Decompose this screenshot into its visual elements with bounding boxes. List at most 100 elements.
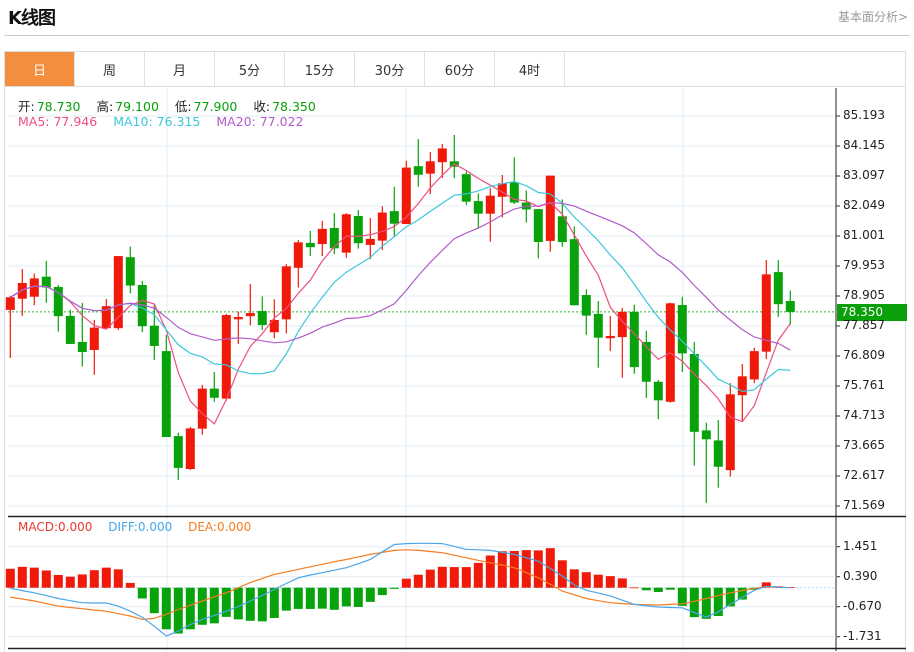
candle-down bbox=[65, 315, 75, 344]
candle-down bbox=[629, 311, 639, 368]
candle-down bbox=[533, 209, 543, 243]
candle-down bbox=[593, 313, 603, 338]
macd-legend: MACD:0.000 DIFF:0.000 DEA:0.000 bbox=[18, 520, 253, 534]
macd-tick-label: -1.731 bbox=[843, 628, 882, 643]
macd-bar bbox=[413, 574, 423, 588]
price-tick-label: 82.049 bbox=[843, 198, 885, 212]
candle-down bbox=[569, 239, 579, 306]
macd-bar bbox=[17, 566, 27, 588]
candle-down bbox=[173, 436, 183, 468]
macd-bar bbox=[449, 567, 459, 588]
candle-down bbox=[125, 257, 135, 286]
candle-down bbox=[461, 174, 471, 202]
candle-up bbox=[89, 327, 99, 350]
candle-up bbox=[401, 167, 411, 225]
candle-down bbox=[785, 301, 795, 312]
candle-down bbox=[77, 341, 87, 352]
candle-up bbox=[545, 175, 555, 241]
macd-bar bbox=[257, 587, 267, 622]
macd-bar bbox=[461, 567, 471, 588]
macd-bar bbox=[701, 587, 711, 619]
candle-down bbox=[701, 430, 711, 440]
macd-bar bbox=[329, 587, 339, 610]
macd-bar bbox=[617, 578, 627, 588]
macd-bar bbox=[665, 587, 675, 590]
macd-bar bbox=[317, 587, 327, 609]
macd-bar bbox=[593, 574, 603, 588]
candle-up bbox=[233, 317, 243, 320]
macd-bar bbox=[293, 587, 303, 609]
price-tick-label: 85.193 bbox=[843, 108, 885, 122]
macd-bar bbox=[233, 587, 243, 620]
macd-bar bbox=[533, 550, 543, 588]
close-value: 78.350 bbox=[272, 99, 316, 114]
macd-bar bbox=[209, 587, 219, 624]
candle-down bbox=[257, 311, 267, 326]
candle-up bbox=[245, 313, 255, 317]
price-tick-label: 84.145 bbox=[843, 138, 885, 152]
low-value: 77.900 bbox=[193, 99, 238, 114]
macd-bar bbox=[137, 587, 147, 599]
open-label: 开: bbox=[18, 99, 35, 114]
macd-bar bbox=[653, 587, 663, 592]
candle-down bbox=[209, 388, 219, 398]
macd-bar bbox=[5, 568, 15, 588]
price-tick-label: 75.761 bbox=[843, 378, 885, 392]
macd-bar bbox=[341, 587, 351, 607]
macd-value: MACD:0.000 bbox=[18, 520, 93, 534]
macd-bar bbox=[425, 569, 435, 588]
ma20-value: MA20: 77.022 bbox=[216, 114, 304, 129]
candle-up bbox=[317, 228, 327, 245]
close-label: 收: bbox=[253, 99, 271, 114]
macd-tick-label: 1.451 bbox=[843, 538, 878, 553]
price-tick-label: 78.905 bbox=[843, 288, 885, 302]
macd-bar bbox=[41, 570, 51, 588]
candle-up bbox=[425, 161, 435, 174]
macd-tick-label: 0.390 bbox=[843, 568, 878, 583]
candle-down bbox=[653, 381, 663, 401]
low-label: 低: bbox=[174, 99, 192, 114]
macd-bar bbox=[149, 587, 159, 614]
candle-down bbox=[473, 201, 483, 214]
candle-down bbox=[353, 215, 363, 244]
macd-tick-label: -0.670 bbox=[843, 598, 882, 613]
candle-up bbox=[725, 394, 735, 471]
macd-bar bbox=[125, 582, 135, 588]
candle-down bbox=[149, 325, 159, 346]
candle-down bbox=[581, 294, 591, 316]
grid bbox=[8, 88, 906, 651]
candle-up bbox=[5, 297, 15, 310]
candle-down bbox=[161, 351, 171, 437]
candle-up bbox=[605, 335, 615, 339]
macd-bar bbox=[497, 551, 507, 588]
price-tick-label: 72.617 bbox=[843, 468, 885, 482]
candle-down bbox=[413, 166, 423, 175]
candle-up bbox=[221, 315, 231, 399]
macd-bar bbox=[581, 572, 591, 588]
macd-bar bbox=[245, 587, 255, 621]
candle-up bbox=[485, 195, 495, 214]
candle-up bbox=[101, 306, 111, 329]
candle-down bbox=[689, 353, 699, 432]
ma10-value: MA10: 76.315 bbox=[113, 114, 201, 129]
candle-down bbox=[305, 242, 315, 248]
price-tick-label: 76.809 bbox=[843, 348, 885, 362]
candle-up bbox=[185, 428, 195, 470]
candle-up bbox=[293, 242, 303, 268]
macd-bar bbox=[605, 576, 615, 588]
high-label: 高: bbox=[96, 99, 114, 114]
candle-down bbox=[389, 211, 399, 224]
ma5-value: MA5: 77.946 bbox=[18, 114, 98, 129]
price-tick-label: 74.713 bbox=[843, 408, 885, 422]
candle-down bbox=[773, 272, 783, 305]
macd-bar bbox=[161, 587, 171, 630]
dea-value: DEA:0.000 bbox=[188, 520, 252, 534]
macd-bar bbox=[389, 587, 399, 589]
candle-up bbox=[737, 376, 747, 396]
macd-bar bbox=[305, 587, 315, 609]
macd-bar bbox=[89, 570, 99, 588]
price-tick-label: 71.569 bbox=[843, 498, 885, 512]
candle-up bbox=[17, 282, 27, 299]
macd-bar bbox=[437, 566, 447, 588]
macd-bar bbox=[473, 562, 483, 588]
